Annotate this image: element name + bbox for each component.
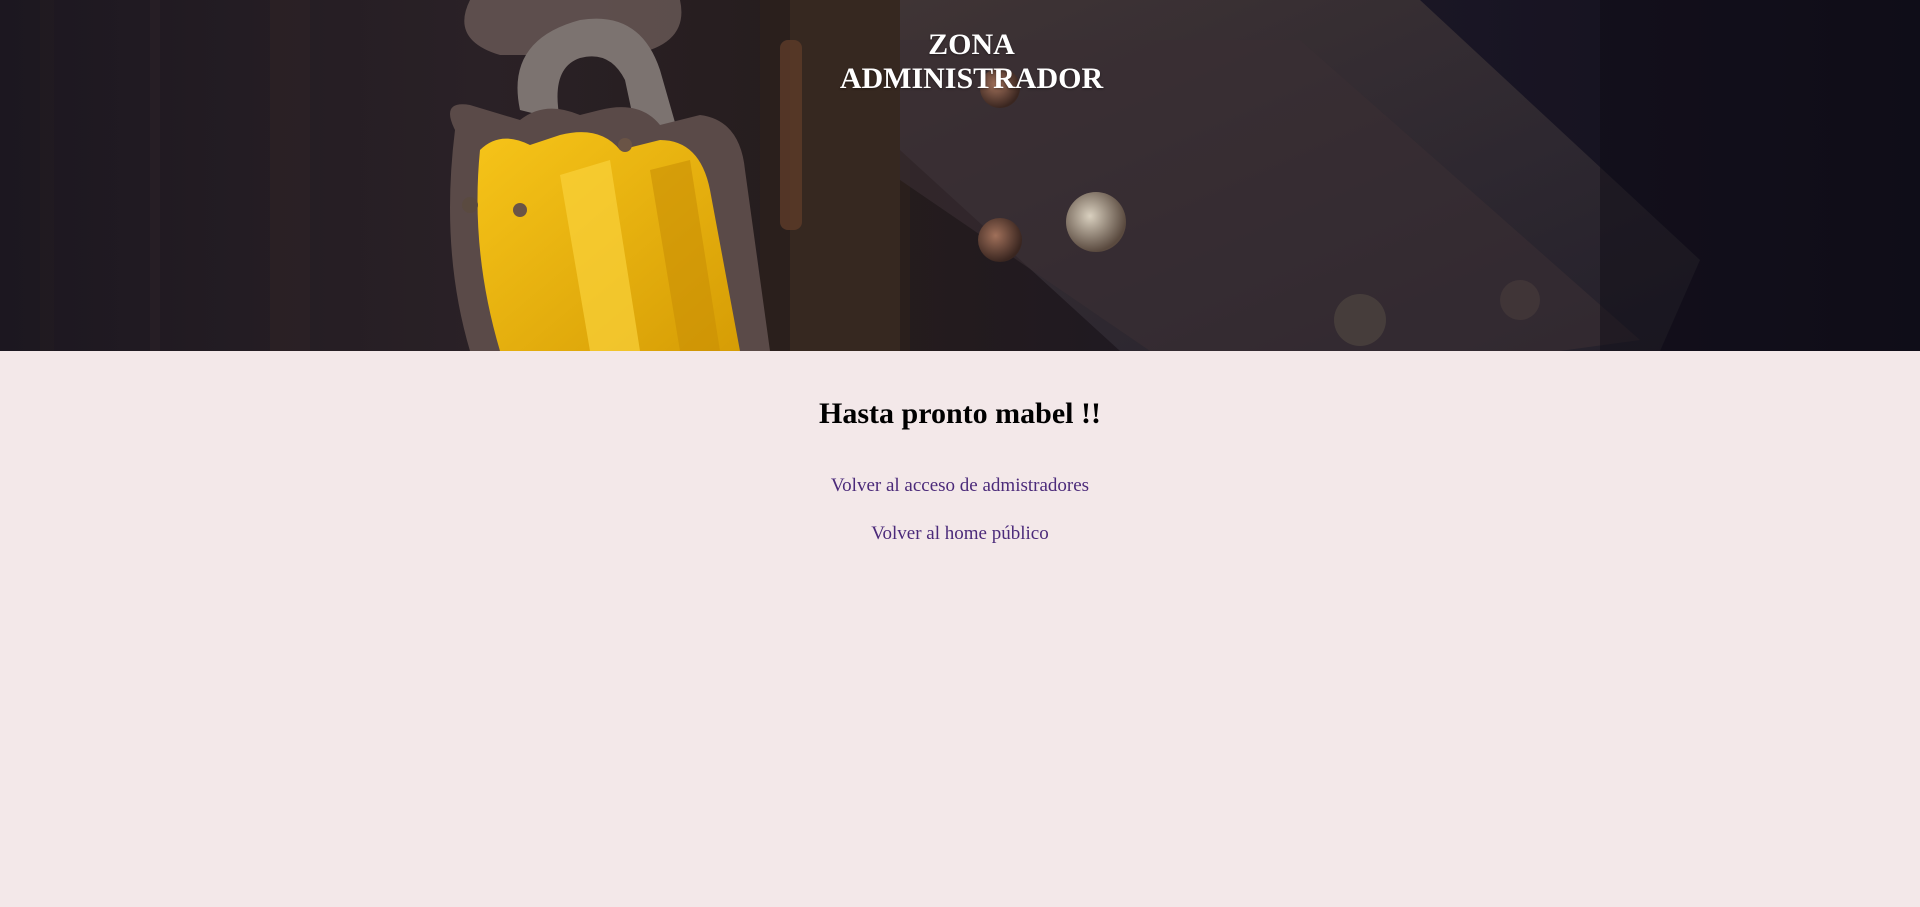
admin-access-link[interactable]: Volver al acceso de admistradores [0, 475, 1920, 497]
main-content: Hasta pronto mabel !! Volver al acceso d… [0, 351, 1920, 545]
site-title-line-1: ZONA [928, 28, 1015, 61]
farewell-heading: Hasta pronto mabel !! [819, 397, 1101, 430]
navigation-links: Volver al acceso de admistradores Volver… [0, 475, 1920, 545]
public-home-link[interactable]: Volver al home público [0, 523, 1920, 545]
site-title-line-2: ADMINISTRADOR [839, 62, 1104, 95]
header-banner: ZONA ADMINISTRADOR [0, 0, 1920, 351]
site-title: ZONA ADMINISTRADOR [0, 28, 1920, 96]
